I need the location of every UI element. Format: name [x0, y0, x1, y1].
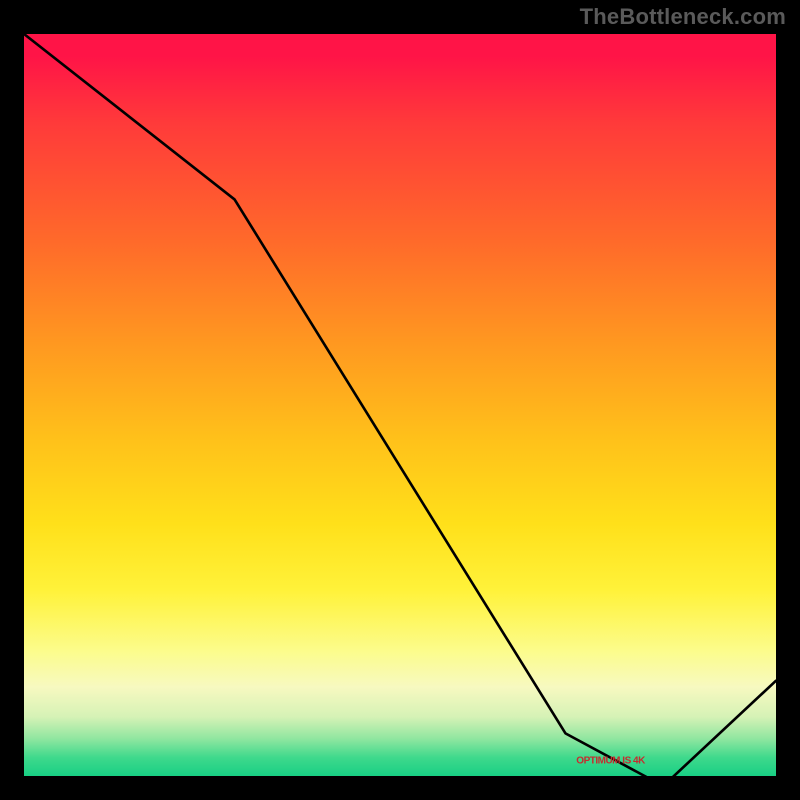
chart-stage: TheBottleneck.com OPTIMUM IS 4K: [0, 0, 800, 800]
watermark-text: TheBottleneck.com: [580, 4, 786, 30]
bottleneck-curve: [24, 34, 776, 776]
curve-svg: [24, 34, 776, 776]
plot-frame: OPTIMUM IS 4K: [20, 30, 780, 780]
plot-area: OPTIMUM IS 4K: [24, 34, 776, 776]
optimum-label: OPTIMUM IS 4K: [576, 756, 645, 767]
